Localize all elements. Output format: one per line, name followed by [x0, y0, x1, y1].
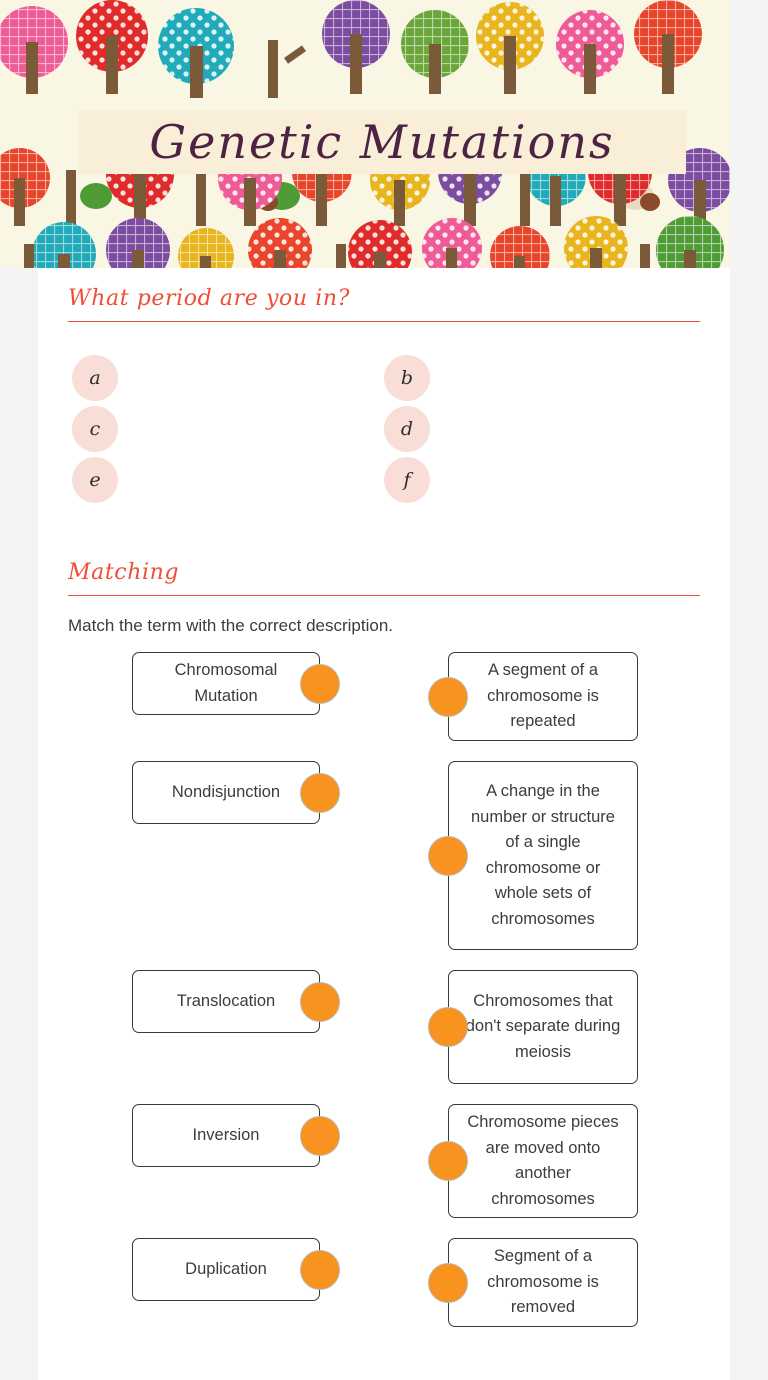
term-wrapper: Nondisjunction [132, 761, 340, 825]
matching-row: Translocation Chromosomes that don't sep… [68, 970, 700, 1085]
term-box[interactable]: Chromosomal Mutation [132, 652, 320, 716]
option-c[interactable]: c [72, 406, 118, 453]
option-a[interactable]: a [72, 355, 118, 402]
matching-instruction: Match the term with the correct descript… [68, 616, 394, 636]
option-letter: e [89, 469, 101, 492]
description-connector-dot[interactable] [428, 1007, 468, 1048]
term-wrapper: Translocation [132, 970, 340, 1034]
option-letter: b [400, 367, 414, 390]
description-box[interactable]: Chromosomes that don't separate during m… [448, 970, 638, 1085]
heading-rule [68, 321, 700, 323]
option-f[interactable]: f [384, 457, 430, 504]
matching-row: Nondisjunction A change in the number or… [68, 761, 700, 951]
option-d[interactable]: d [384, 406, 430, 453]
section-multiple-choice: What period are you in? a b c d e f [68, 286, 700, 522]
option-letter: d [400, 418, 414, 441]
term-connector-dot[interactable] [300, 772, 340, 813]
term-wrapper: Inversion [132, 1104, 340, 1168]
description-connector-dot[interactable] [428, 676, 468, 717]
term-connector-dot[interactable] [300, 663, 340, 704]
term-wrapper: Chromosomal Mutation [132, 652, 340, 716]
description-wrapper: A segment of a chromosome is repeated [428, 652, 638, 742]
term-box[interactable]: Duplication [132, 1238, 320, 1302]
description-box[interactable]: A segment of a chromosome is repeated [448, 652, 638, 742]
option-letter: a [89, 367, 101, 390]
description-wrapper: Segment of a chromosome is removed [428, 1238, 638, 1328]
option-b[interactable]: b [384, 355, 430, 402]
option-letter: f [403, 469, 411, 492]
description-box[interactable]: Segment of a chromosome is removed [448, 1238, 638, 1328]
matching-row: Chromosomal Mutation A segment of a chro… [68, 652, 700, 742]
section-matching: Matching Match the term with the correct… [68, 560, 700, 1347]
description-connector-dot[interactable] [428, 1262, 468, 1303]
term-connector-dot[interactable] [300, 1115, 340, 1156]
multiple-choice-heading: What period are you in? [68, 286, 350, 311]
multiple-choice-options: a b c d e f [68, 347, 700, 522]
term-connector-dot[interactable] [300, 981, 340, 1022]
header-banner: Genetic Mutations [0, 0, 730, 268]
term-box[interactable]: Inversion [132, 1104, 320, 1168]
worksheet-card: What period are you in? a b c d e f Matc… [38, 268, 730, 1380]
term-wrapper: Duplication [132, 1238, 340, 1302]
description-box[interactable]: Chromosome pieces are moved onto another… [448, 1104, 638, 1219]
term-box[interactable]: Nondisjunction [132, 761, 320, 825]
option-letter: c [89, 418, 101, 441]
matching-heading: Matching [68, 560, 180, 585]
page-title: Genetic Mutations [149, 115, 615, 169]
description-wrapper: A change in the number or structure of a… [428, 761, 638, 951]
description-connector-dot[interactable] [428, 1141, 468, 1182]
description-box[interactable]: A change in the number or structure of a… [448, 761, 638, 951]
matching-pairs-list: Chromosomal Mutation A segment of a chro… [68, 652, 700, 1328]
description-connector-dot[interactable] [428, 835, 468, 876]
matching-row: Duplication Segment of a chromosome is r… [68, 1238, 700, 1328]
term-connector-dot[interactable] [300, 1249, 340, 1290]
heading-rule [68, 595, 700, 597]
matching-row: Inversion Chromosome pieces are moved on… [68, 1104, 700, 1219]
description-wrapper: Chromosomes that don't separate during m… [428, 970, 638, 1085]
term-box[interactable]: Translocation [132, 970, 320, 1034]
title-plate: Genetic Mutations [78, 110, 686, 174]
option-e[interactable]: e [72, 457, 118, 504]
worksheet-page: Genetic Mutations What period are you in… [0, 0, 768, 1380]
description-wrapper: Chromosome pieces are moved onto another… [428, 1104, 638, 1219]
